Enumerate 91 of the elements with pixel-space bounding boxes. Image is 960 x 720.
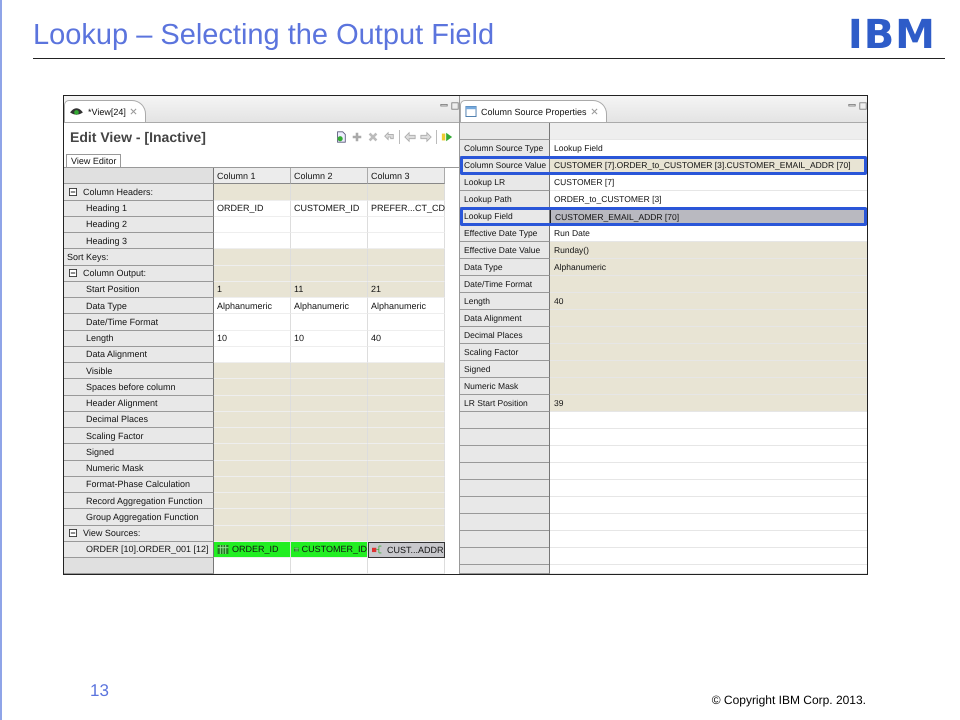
maximize-icon[interactable]: [859, 102, 867, 110]
source-cell[interactable]: CUST...ADDR: [368, 542, 445, 558]
property-label: Numeric Mask: [460, 378, 550, 395]
property-label: Date/Time Format: [460, 276, 550, 293]
property-label: Data Alignment: [460, 310, 550, 327]
slide-title: Lookup – Selecting the Output Field: [33, 18, 494, 53]
row-label: Format-Phase Calculation: [64, 476, 214, 493]
property-label: Signed: [460, 361, 550, 378]
property-label: Decimal Places: [460, 327, 550, 344]
table-cell: Alphanumeric: [291, 298, 368, 314]
window-icon: [465, 106, 477, 117]
table-cell: 10: [214, 330, 291, 347]
row-label: Heading 3: [64, 233, 214, 250]
left-arrow-icon[interactable]: [404, 130, 416, 142]
lookup-icon: [372, 545, 384, 554]
row-label: Spaces before column: [64, 379, 214, 396]
row-label: Date/Time Format: [64, 314, 214, 330]
group-title: Column Headers:: [83, 186, 154, 197]
eye-icon: [69, 106, 84, 117]
table-cell: Alphanumeric: [368, 298, 445, 314]
column-header[interactable]: Column 3: [368, 168, 445, 184]
property-label: Lookup Path: [460, 191, 550, 208]
editor-tab[interactable]: *View[24]: [64, 100, 146, 122]
collapse-icon[interactable]: [69, 529, 77, 538]
row-label: Decimal Places: [64, 412, 214, 428]
table-icon: [217, 544, 229, 554]
source-cell[interactable]: CUSTOMER_ID: [291, 542, 368, 558]
view-editor-tab[interactable]: View Editor: [66, 154, 122, 167]
table-cell: Alphanumeric: [214, 298, 291, 314]
row-label: Scaling Factor: [64, 428, 214, 444]
property-value[interactable]: 39: [550, 395, 867, 412]
table-cell: 11: [291, 282, 368, 298]
table-cell: 1: [214, 282, 291, 298]
close-icon[interactable]: [130, 108, 137, 115]
column-header[interactable]: Column 2: [291, 168, 368, 184]
property-value[interactable]: Runday(): [550, 242, 867, 259]
delete-icon[interactable]: [367, 130, 379, 142]
row-label: Heading 1: [64, 200, 214, 217]
table-cell: 40: [368, 330, 445, 347]
ibm-logo: IBM: [848, 16, 936, 54]
tab-title: Column Source Properties: [481, 106, 587, 116]
maximize-icon[interactable]: [451, 102, 459, 110]
property-label: Data Type: [460, 259, 550, 276]
page-number: 13: [90, 681, 109, 701]
property-label: Length: [460, 293, 550, 310]
row-label: Header Alignment: [64, 396, 214, 412]
collapse-icon[interactable]: [69, 269, 77, 278]
property-label: Lookup LR: [460, 174, 550, 191]
property-label: LR Start Position: [460, 395, 550, 412]
row-label: Group Aggregation Function: [64, 509, 214, 526]
right-arrow-icon[interactable]: [420, 130, 432, 142]
table-cell: 10: [291, 330, 368, 347]
table-cell: ORDER_ID: [214, 200, 291, 217]
group-title: View Sources:: [83, 528, 140, 538]
table-cell: CUSTOMER_ID: [291, 200, 368, 217]
property-label: Effective Date Value: [460, 242, 550, 259]
row-label: Start Position: [64, 282, 214, 298]
property-label: Scaling Factor: [460, 344, 550, 361]
editor-heading: Edit View - [Inactive]: [70, 128, 206, 144]
group-title: Column Output:: [83, 268, 146, 278]
table-icon: [294, 544, 299, 554]
row-label: Numeric Mask: [64, 460, 214, 477]
row-label: Data Type: [64, 298, 214, 314]
source-cell[interactable]: ORDER_ID: [214, 542, 291, 558]
source-name: ORDER_ID: [232, 544, 279, 554]
collapse-icon[interactable]: [69, 188, 77, 196]
source-name: CUSTOMER_ID: [302, 544, 367, 554]
row-label: Length: [64, 330, 214, 347]
row-label: Visible: [64, 363, 214, 380]
copyright-text: © Copyright IBM Corp. 2013.: [712, 693, 866, 707]
row-label: Record Aggregation Function: [64, 493, 214, 510]
close-icon[interactable]: [590, 108, 598, 115]
source-name: CUST...ADDR: [387, 544, 444, 555]
row-label: Heading 2: [64, 216, 214, 233]
document-icon[interactable]: [335, 130, 347, 142]
row-label: Data Alignment: [64, 346, 214, 363]
table-cell: 21: [368, 282, 445, 298]
tab-title: *View[24]: [88, 106, 126, 116]
run-icon[interactable]: [441, 130, 453, 142]
column-header[interactable]: Column 1: [214, 168, 291, 184]
property-label: Column Source Type: [460, 140, 550, 157]
row-label: ORDER [10].ORDER_001 [12]: [64, 542, 214, 558]
property-value[interactable]: 40: [550, 293, 867, 310]
plus-icon[interactable]: [351, 130, 363, 142]
table-cell: PREFER...CT_CD: [368, 200, 445, 217]
property-value[interactable]: Alphanumeric: [550, 259, 867, 276]
property-label: Effective Date Type: [460, 225, 550, 242]
section-label: Sort Keys:: [64, 249, 214, 266]
properties-tab[interactable]: Column Source Properties: [460, 100, 607, 122]
row-label: Signed: [64, 444, 214, 460]
undo-icon[interactable]: [383, 130, 395, 142]
